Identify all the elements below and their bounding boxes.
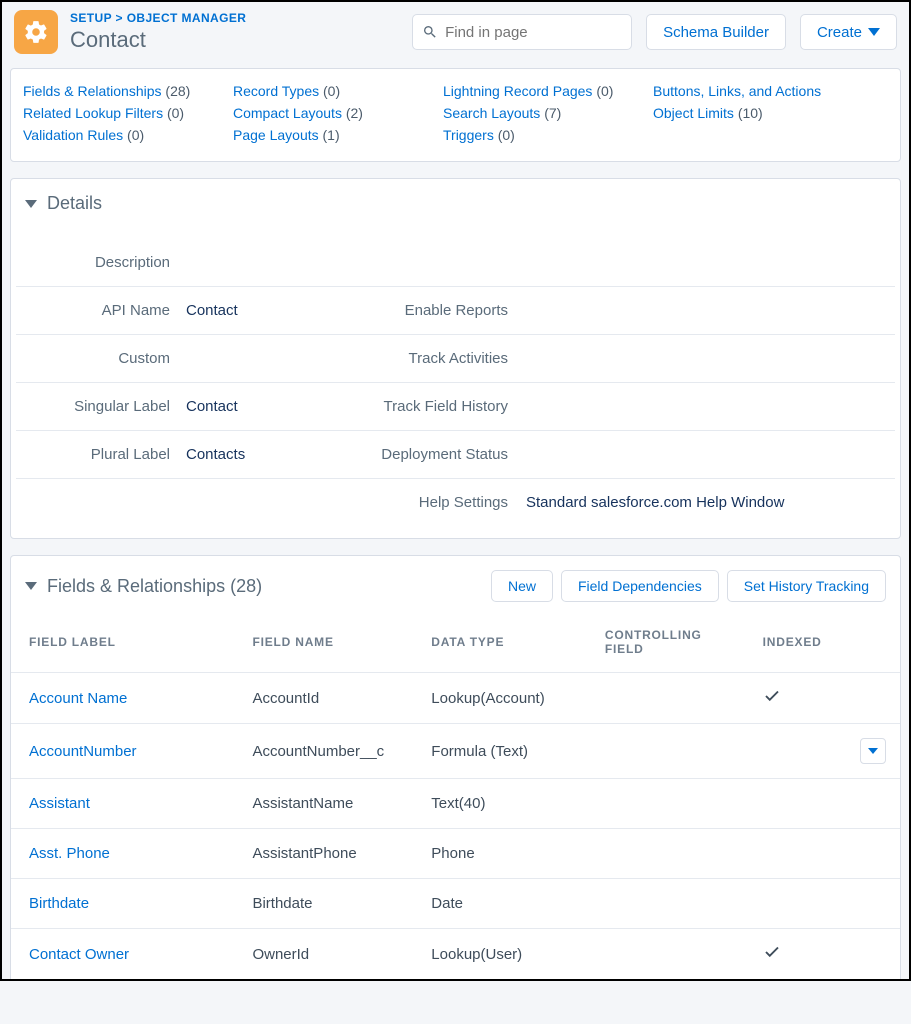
table-row: Account Name AccountId Lookup(Account) [11, 673, 900, 724]
col-controlling-field[interactable]: CONTROLLING FIELD [595, 616, 753, 673]
col-data-type[interactable]: DATA TYPE [421, 616, 595, 673]
field-link[interactable]: AccountNumber [29, 743, 137, 760]
details-toggle[interactable]: Details [11, 179, 900, 228]
tab-link[interactable]: Lightning Record Pages (0) [443, 83, 643, 99]
field-link[interactable]: Birthdate [29, 895, 89, 912]
chevron-down-icon [25, 582, 37, 590]
col-indexed[interactable]: INDEXED [753, 616, 848, 673]
chevron-down-icon [868, 748, 878, 754]
tab-link[interactable]: Fields & Relationships (28) [23, 83, 223, 99]
details-row: Plural Label Contacts Deployment Status [16, 430, 895, 478]
details-row: Singular Label Contact Track Field Histo… [16, 382, 895, 430]
tab-link[interactable]: Validation Rules (0) [23, 127, 223, 143]
fields-toggle[interactable]: Fields & Relationships (28) New Field De… [11, 556, 900, 616]
search-input[interactable] [412, 14, 632, 50]
tab-link[interactable]: Record Types (0) [233, 83, 433, 99]
chevron-down-icon [868, 28, 880, 36]
search-icon [422, 24, 438, 40]
breadcrumb-setup[interactable]: SETUP [70, 11, 112, 25]
check-icon [763, 948, 781, 965]
tab-link[interactable]: Search Layouts (7) [443, 105, 643, 121]
field-link[interactable]: Account Name [29, 690, 127, 707]
details-row: Description [16, 238, 895, 286]
table-row: AccountNumber AccountNumber__c Formula (… [11, 724, 900, 779]
col-field-name[interactable]: FIELD NAME [242, 616, 421, 673]
chevron-down-icon [25, 200, 37, 208]
field-dependencies-button[interactable]: Field Dependencies [561, 570, 719, 602]
col-field-label[interactable]: FIELD LABEL [11, 616, 242, 673]
fields-table: FIELD LABEL FIELD NAME DATA TYPE CONTROL… [11, 616, 900, 979]
gear-icon [14, 10, 58, 54]
page-header: SETUP > OBJECT MANAGER Contact Schema Bu… [2, 2, 909, 62]
details-row: Custom Track Activities [16, 334, 895, 382]
breadcrumb: SETUP > OBJECT MANAGER [70, 11, 412, 25]
breadcrumb-object-manager[interactable]: OBJECT MANAGER [127, 11, 247, 25]
tab-link[interactable]: Triggers (0) [443, 127, 643, 143]
tab-link[interactable]: Compact Layouts (2) [233, 105, 433, 121]
details-row: Help Settings Standard salesforce.com He… [16, 478, 895, 526]
table-row: Birthdate Birthdate Date [11, 879, 900, 929]
create-button[interactable]: Create [800, 14, 897, 50]
table-row: Asst. Phone AssistantPhone Phone [11, 829, 900, 879]
set-history-tracking-button[interactable]: Set History Tracking [727, 570, 886, 602]
table-row: Contact Owner OwnerId Lookup(User) [11, 929, 900, 980]
check-icon [763, 692, 781, 709]
page-title: Contact [70, 27, 412, 53]
tabs-panel: Fields & Relationships (28) Related Looku… [10, 68, 901, 162]
table-row: Assistant AssistantName Text(40) [11, 779, 900, 829]
schema-builder-button[interactable]: Schema Builder [646, 14, 786, 50]
details-section: Details Description API Name Contact Ena… [10, 178, 901, 539]
tab-link[interactable]: Buttons, Links, and Actions [653, 83, 853, 99]
row-menu-button[interactable] [860, 738, 886, 764]
field-link[interactable]: Contact Owner [29, 946, 129, 963]
field-link[interactable]: Assistant [29, 795, 90, 812]
details-row: API Name Contact Enable Reports [16, 286, 895, 334]
field-link[interactable]: Asst. Phone [29, 845, 110, 862]
fields-section: Fields & Relationships (28) New Field De… [10, 555, 901, 979]
new-field-button[interactable]: New [491, 570, 553, 602]
search-wrap [412, 14, 632, 50]
tab-link[interactable]: Object Limits (10) [653, 105, 853, 121]
tab-link[interactable]: Related Lookup Filters (0) [23, 105, 223, 121]
tab-link[interactable]: Page Layouts (1) [233, 127, 433, 143]
